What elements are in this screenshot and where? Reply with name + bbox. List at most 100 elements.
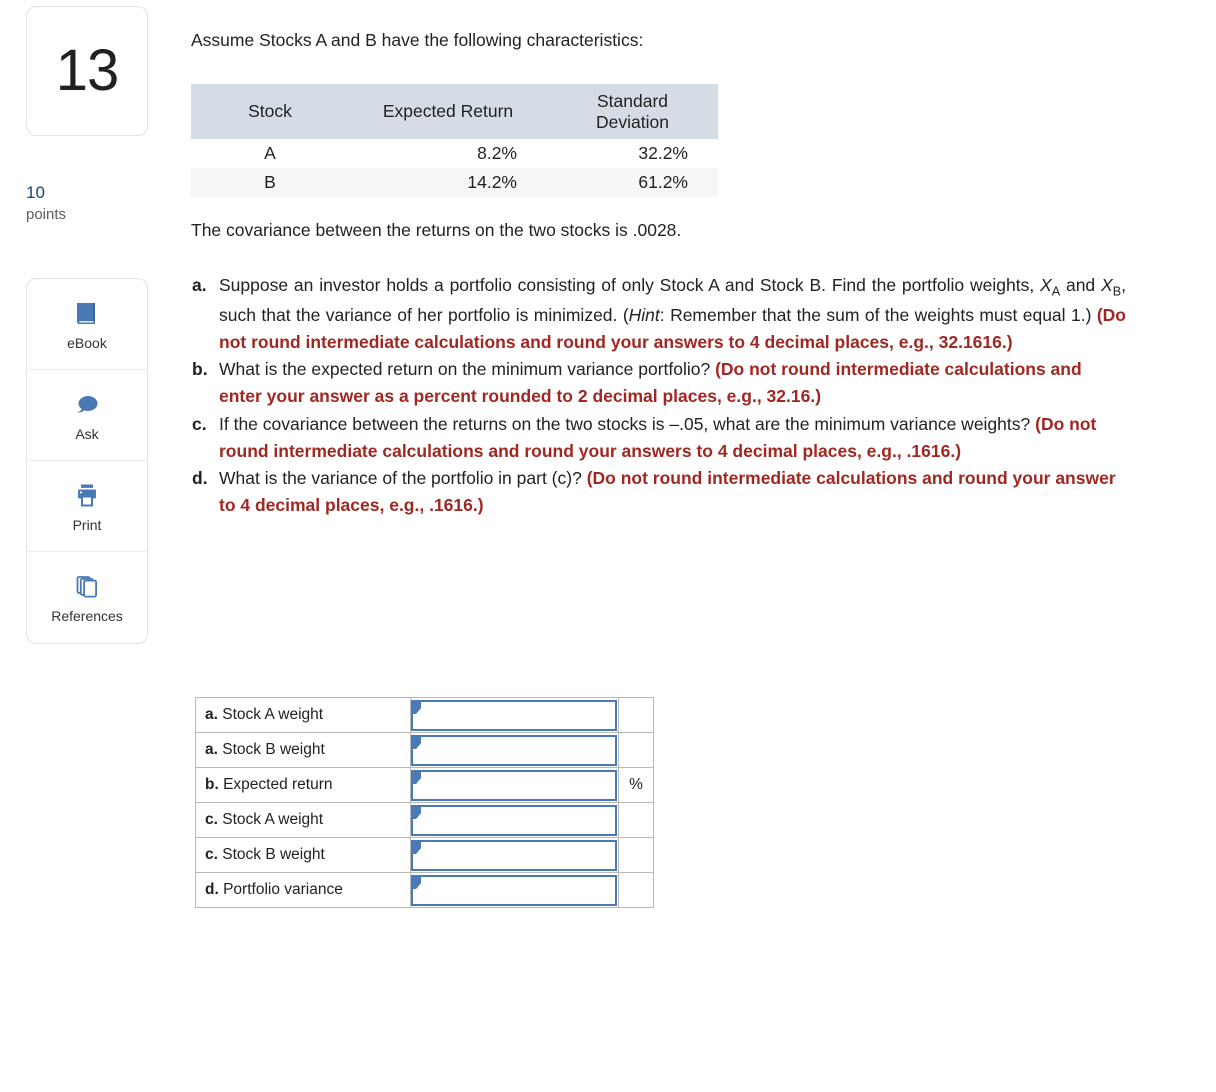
- part-a-variable-xa: XA: [1040, 275, 1061, 299]
- book-icon: [72, 299, 102, 329]
- tool-panel: eBook Ask Print References: [26, 278, 148, 644]
- answer-label-a-stock-b-weight: a. Stock B weight: [195, 732, 411, 768]
- tool-item-references[interactable]: References: [27, 552, 147, 643]
- part-b-text: What is the expected return on the minim…: [219, 359, 711, 380]
- question-part-c: c. If the covariance between the returns…: [191, 411, 1126, 465]
- answer-prefix: c.: [205, 846, 218, 863]
- answer-label-text: Portfolio variance: [218, 881, 343, 898]
- answer-unit: [618, 872, 654, 908]
- answer-label-text: Stock A weight: [217, 811, 324, 828]
- answer-label-d-portfolio-variance: d. Portfolio variance: [195, 872, 411, 908]
- answer-label-text: Stock B weight: [217, 741, 325, 758]
- question-part-b: b. What is the expected return on the mi…: [191, 356, 1126, 410]
- table-row: d. Portfolio variance: [195, 872, 654, 908]
- answer-input-c-stock-b-weight[interactable]: [411, 840, 617, 871]
- points-block: 10 points: [26, 182, 66, 225]
- answer-unit-percent: %: [618, 767, 654, 803]
- cell-stock-a: A: [264, 143, 276, 164]
- part-letter-d: d.: [192, 467, 208, 488]
- part-a-text-2: and: [1065, 275, 1096, 295]
- answer-prefix: d.: [205, 881, 219, 898]
- answer-unit: [618, 802, 654, 838]
- part-a-hint-word: Hint: [628, 305, 660, 326]
- question-part-a: a. Suppose an investor holds a portfolio…: [191, 272, 1126, 356]
- question-number: 13: [55, 38, 120, 103]
- answer-field-cell: [410, 767, 619, 803]
- answer-prefix: a.: [205, 706, 218, 723]
- header-expected-return: Expected Return: [349, 84, 547, 140]
- left-rail: 13 10 points eBook Ask Print References: [0, 0, 180, 1092]
- question-number-box: 13: [26, 6, 148, 136]
- speech-bubble-icon: [72, 390, 102, 420]
- answer-input-d-portfolio-variance[interactable]: [411, 875, 617, 906]
- part-letter-b: b.: [192, 359, 208, 380]
- table-row: b. Expected return %: [195, 767, 654, 803]
- answer-unit: [618, 837, 654, 873]
- answer-label-c-stock-a-weight: c. Stock A weight: [195, 802, 411, 838]
- answer-unit: [618, 732, 654, 768]
- answer-field-cell: [410, 802, 619, 838]
- answer-label-text: Expected return: [218, 776, 333, 793]
- stock-characteristics-table: Stock Expected Return Standard Deviation…: [191, 84, 718, 197]
- intro-line: Assume Stocks A and B have the following…: [191, 30, 644, 50]
- cell-er-a: 8.2%: [477, 143, 517, 164]
- part-body-b: What is the expected return on the minim…: [219, 356, 1126, 410]
- header-stock: Stock: [191, 84, 349, 140]
- part-a-text-1: Suppose an investor holds a portfolio co…: [219, 275, 1035, 295]
- cell-er-b: 14.2%: [349, 168, 547, 197]
- answer-field-cell: [410, 697, 619, 733]
- header-sd-line1: Standard: [596, 91, 669, 111]
- cell-sd-a: 32.2%: [638, 143, 688, 164]
- answer-field-cell: [410, 837, 619, 873]
- points-label: points: [26, 205, 67, 223]
- part-d-text: What is the variance of the portfolio in…: [219, 467, 582, 488]
- answer-input-c-stock-a-weight[interactable]: [411, 805, 617, 836]
- answer-prefix: b.: [205, 776, 219, 793]
- answer-input-b-expected-return[interactable]: [411, 770, 617, 801]
- question-part-d: d. What is the variance of the portfolio…: [191, 465, 1126, 519]
- answer-entry-table: a. Stock A weight a. Stock B weight b. E…: [195, 697, 654, 908]
- part-a-text-4: : Remember that the sum of the weights m…: [659, 305, 1092, 326]
- part-a-variable-xb: XB: [1101, 275, 1122, 299]
- table-row: a. Stock B weight: [195, 732, 654, 768]
- table-row: c. Stock B weight: [195, 837, 654, 873]
- tool-label-references: References: [51, 608, 123, 624]
- tool-item-ebook[interactable]: eBook: [27, 279, 147, 370]
- answer-prefix: a.: [205, 741, 218, 758]
- part-body-c: If the covariance between the returns on…: [219, 411, 1126, 465]
- table-row: A 8.2% 32.2%: [191, 139, 718, 168]
- answer-field-cell: [410, 872, 619, 908]
- table-row: a. Stock A weight: [195, 697, 654, 733]
- answer-label-text: Stock B weight: [217, 846, 325, 863]
- answer-input-a-stock-b-weight[interactable]: [411, 735, 617, 766]
- answer-label-c-stock-b-weight: c. Stock B weight: [195, 837, 411, 873]
- tool-label-ask: Ask: [75, 425, 99, 442]
- tool-item-ask[interactable]: Ask: [27, 370, 147, 461]
- table-header-row: Stock Expected Return Standard Deviation: [191, 84, 718, 140]
- part-body-a: Suppose an investor holds a portfolio co…: [219, 272, 1126, 356]
- cell-stock-b: B: [191, 168, 349, 197]
- copy-pages-icon: [72, 572, 102, 602]
- question-parts-list: a. Suppose an investor holds a portfolio…: [191, 272, 1126, 519]
- part-body-d: What is the variance of the portfolio in…: [219, 465, 1126, 519]
- answer-label-text: Stock A weight: [217, 706, 324, 723]
- table-row: B 14.2% 61.2%: [191, 168, 718, 197]
- tool-label-print: Print: [72, 516, 102, 533]
- header-sd-line2: Deviation: [596, 111, 669, 132]
- header-standard-deviation: Standard Deviation: [547, 84, 718, 140]
- part-c-text: If the covariance between the returns on…: [219, 413, 1031, 434]
- table-row: c. Stock A weight: [195, 802, 654, 838]
- answer-field-cell: [410, 732, 619, 768]
- covariance-statement: The covariance between the returns on th…: [191, 220, 682, 240]
- cell-sd-b: 61.2%: [547, 168, 718, 197]
- answer-label-a-stock-a-weight: a. Stock A weight: [195, 697, 411, 733]
- part-letter-a: a.: [192, 275, 207, 295]
- points-value: 10: [26, 183, 45, 202]
- answer-label-b-expected-return: b. Expected return: [195, 767, 411, 803]
- answer-input-a-stock-a-weight[interactable]: [411, 700, 617, 731]
- part-letter-c: c.: [192, 413, 207, 434]
- tool-label-ebook: eBook: [67, 334, 107, 351]
- tool-item-print[interactable]: Print: [27, 461, 147, 552]
- answer-unit: [618, 697, 654, 733]
- answer-prefix: c.: [205, 811, 218, 828]
